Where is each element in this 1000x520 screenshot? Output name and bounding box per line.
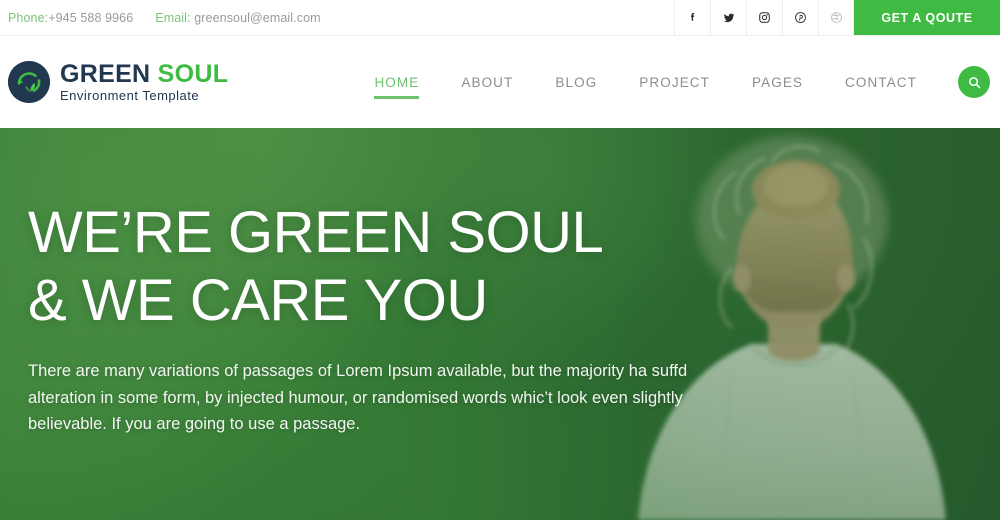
search-icon — [968, 76, 980, 88]
nav-item-home-label: HOME — [374, 74, 420, 90]
email-contact[interactable]: Email: greensoul@email.com — [155, 11, 320, 25]
social-links — [674, 0, 854, 35]
logo-title: GREEN SOUL — [60, 61, 228, 87]
pinterest-icon[interactable] — [782, 0, 818, 35]
hero-title-line1: WE’RE GREEN SOUL — [28, 199, 604, 265]
logo-text: GREEN SOUL Environment Template — [60, 61, 228, 103]
top-bar: Phone:+945 588 9966 Email: greensoul@ema… — [0, 0, 1000, 36]
logo[interactable]: GREEN SOUL Environment Template — [8, 61, 228, 103]
search-button[interactable] — [958, 66, 990, 98]
hero-content: WE’RE GREEN SOUL & WE CARE YOU There are… — [28, 128, 728, 520]
nav-item-home[interactable]: HOME — [353, 74, 440, 99]
hero-title: WE’RE GREEN SOUL & WE CARE YOU — [28, 203, 728, 333]
nav-item-about[interactable]: ABOUT — [440, 75, 534, 90]
hero-description: There are many variations of passages of… — [28, 361, 688, 434]
dribbble-icon[interactable] — [818, 0, 854, 35]
topbar-contact-group: Phone:+945 588 9966 Email: greensoul@ema… — [0, 0, 321, 35]
phone-value: +945 588 9966 — [48, 10, 134, 25]
hero-title-line2: & WE CARE YOU — [28, 267, 488, 333]
nav-active-underline — [374, 95, 420, 99]
get-a-quote-button[interactable]: GET A QOUTE — [854, 0, 1000, 35]
twitter-icon[interactable] — [710, 0, 746, 35]
email-label: Email: — [155, 10, 191, 25]
nav-item-project[interactable]: PROJECT — [618, 75, 731, 90]
nav-item-contact-label: CONTACT — [845, 74, 917, 90]
site-header: GREEN SOUL Environment Template HOME ABO… — [0, 36, 1000, 128]
logo-name-second: SOUL — [157, 60, 229, 89]
email-value: greensoul@email.com — [194, 10, 321, 25]
nav-item-about-label: ABOUT — [461, 74, 514, 90]
nav-item-blog[interactable]: BLOG — [534, 75, 618, 90]
logo-name-first: GREEN — [60, 60, 151, 89]
hero-section: WE’RE GREEN SOUL & WE CARE YOU There are… — [0, 128, 1000, 520]
page-root: Phone:+945 588 9966 Email: greensoul@ema… — [0, 0, 1000, 520]
logo-tagline: Environment Template — [60, 88, 200, 104]
phone-contact[interactable]: Phone:+945 588 9966 — [8, 11, 133, 25]
nav-item-contact[interactable]: CONTACT — [824, 75, 938, 90]
instagram-icon[interactable] — [746, 0, 782, 35]
nav-item-project-label: PROJECT — [639, 74, 711, 90]
nav-item-pages[interactable]: PAGES — [731, 75, 824, 90]
nav-item-pages-label: PAGES — [752, 74, 804, 90]
main-navigation: HOME ABOUT BLOG PROJECT PAGES CONTACT — [353, 74, 938, 99]
phone-label: Phone: — [8, 10, 49, 25]
recycle-leaf-icon — [8, 61, 50, 103]
nav-item-blog-label: BLOG — [555, 74, 598, 90]
facebook-icon[interactable] — [674, 0, 710, 35]
